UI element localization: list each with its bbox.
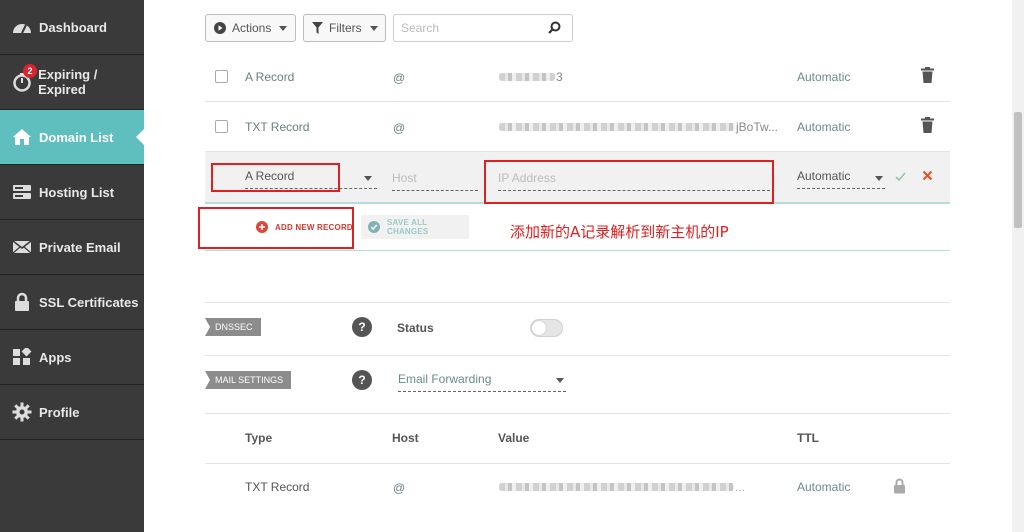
trash-icon[interactable] xyxy=(921,67,934,86)
redacted-value xyxy=(499,73,555,81)
sidebar-item-label: SSL Certificates xyxy=(39,294,139,310)
cancel-x-icon[interactable] xyxy=(922,170,933,184)
chevron-down-icon xyxy=(556,378,564,383)
mail-settings-value: Email Forwarding xyxy=(398,372,492,386)
dnssec-toggle[interactable] xyxy=(530,319,563,337)
dnssec-tag: DNSSEC xyxy=(205,318,261,336)
filters-label: Filters xyxy=(329,21,362,35)
record-checkbox[interactable] xyxy=(215,70,228,83)
row-divider xyxy=(205,355,950,356)
mail-settings-select[interactable]: Email Forwarding xyxy=(398,372,566,392)
sidebar-item-hosting-list[interactable]: Hosting List xyxy=(0,165,144,220)
record-ttl: Automatic xyxy=(797,480,851,494)
row-divider xyxy=(205,413,950,414)
dnssec-status-label: Status xyxy=(397,321,434,335)
column-header-value: Value xyxy=(498,431,530,445)
highlight-box xyxy=(211,163,340,192)
row-divider xyxy=(205,302,950,303)
search-icon[interactable] xyxy=(548,21,561,37)
sidebar-item-profile[interactable]: Profile xyxy=(0,385,144,440)
save-all-changes-button[interactable]: SAVE ALL CHANGES xyxy=(361,215,469,239)
dnssec-help-button[interactable]: ? xyxy=(352,317,372,337)
record-type: TXT Record xyxy=(245,480,310,494)
page-scrollbar[interactable] xyxy=(1012,0,1024,532)
sidebar-item-label: Private Email xyxy=(39,239,121,255)
sidebar-item-label: Profile xyxy=(39,404,80,420)
stopwatch-icon: 2 xyxy=(11,64,37,93)
confirm-check-icon[interactable] xyxy=(895,171,906,185)
trash-icon[interactable] xyxy=(921,117,934,136)
sidebar-item-label: Apps xyxy=(39,349,72,365)
lock-icon xyxy=(11,291,33,313)
record-host: @ xyxy=(393,121,406,135)
play-circle-icon xyxy=(214,22,226,34)
search-box xyxy=(393,14,573,42)
chevron-down-icon xyxy=(369,25,378,31)
search-input[interactable] xyxy=(394,15,544,41)
record-type: TXT Record xyxy=(245,120,310,134)
mail-settings-tag-label: MAIL SETTINGS xyxy=(215,375,284,385)
sidebar-item-dashboard[interactable]: Dashboard xyxy=(0,0,144,55)
check-circle-icon xyxy=(368,221,380,233)
gauge-icon xyxy=(11,16,33,38)
highlight-box xyxy=(484,160,774,204)
row-divider xyxy=(205,463,950,464)
column-header-host: Host xyxy=(392,431,419,445)
record-host: @ xyxy=(393,71,406,85)
sidebar: Dashboard 2 Expiring / Expired Domain Li… xyxy=(0,0,144,532)
chevron-down-icon xyxy=(875,176,883,181)
sidebar-item-label: Dashboard xyxy=(39,19,107,35)
record-value-tail: 3 xyxy=(556,70,563,84)
mail-settings-tag: MAIL SETTINGS xyxy=(205,371,292,389)
column-header-type: Type xyxy=(245,431,273,445)
row-divider xyxy=(205,250,950,251)
sidebar-item-private-email[interactable]: Private Email xyxy=(0,220,144,275)
apps-icon xyxy=(11,346,33,368)
server-icon xyxy=(11,181,33,203)
sidebar-item-ssl-certificates[interactable]: SSL Certificates xyxy=(0,275,144,330)
filters-button[interactable]: Filters xyxy=(303,14,386,42)
sidebar-item-label: Expiring / Expired xyxy=(38,67,98,97)
gear-icon xyxy=(11,401,33,423)
chevron-down-icon xyxy=(279,25,288,31)
column-header-ttl: TTL xyxy=(797,431,819,445)
scrollbar-thumb[interactable] xyxy=(1014,112,1022,228)
host-field[interactable]: Host xyxy=(392,171,478,191)
record-host: @ xyxy=(393,481,406,495)
save-all-changes-label: SAVE ALL CHANGES xyxy=(387,218,429,236)
redacted-value xyxy=(499,123,735,131)
ttl-select[interactable]: Automatic xyxy=(797,169,885,189)
chevron-down-icon xyxy=(364,176,372,181)
record-checkbox[interactable] xyxy=(215,120,228,133)
sidebar-item-apps[interactable]: Apps xyxy=(0,330,144,385)
record-value-tail: jBoTw... xyxy=(736,120,779,134)
sidebar-item-label: Hosting List xyxy=(39,184,115,200)
redacted-value xyxy=(499,483,734,491)
help-question-icon: ? xyxy=(358,320,366,334)
sidebar-item-domain-list[interactable]: Domain List xyxy=(0,110,144,165)
sidebar-item-label: Domain List xyxy=(39,129,114,145)
record-value-tail: ... xyxy=(735,480,746,494)
dnssec-tag-label: DNSSEC xyxy=(215,322,253,332)
envelope-icon xyxy=(11,236,33,258)
actions-label: Actions xyxy=(232,21,272,35)
row-divider xyxy=(205,101,950,102)
lock-icon xyxy=(893,478,906,497)
highlight-box xyxy=(198,207,354,249)
host-placeholder: Host xyxy=(392,171,417,185)
record-ttl: Automatic xyxy=(797,70,851,84)
record-ttl: Automatic xyxy=(797,120,851,134)
mail-help-button[interactable]: ? xyxy=(352,370,372,390)
record-type: A Record xyxy=(245,70,295,84)
help-question-icon: ? xyxy=(358,373,366,387)
ttl-value: Automatic xyxy=(797,169,851,183)
expiring-count-badge: 2 xyxy=(23,64,37,78)
actions-button[interactable]: Actions xyxy=(205,14,296,42)
annotation-note: 添加新的A记录解析到新主机的IP xyxy=(510,223,729,241)
home-icon xyxy=(11,126,33,148)
sidebar-item-expiring[interactable]: 2 Expiring / Expired xyxy=(0,55,144,110)
filter-icon xyxy=(312,22,323,34)
